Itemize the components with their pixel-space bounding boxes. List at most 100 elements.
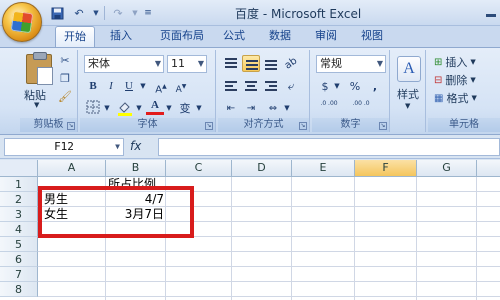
insert-label: 插入 — [445, 56, 468, 69]
clipboard-group: 粘贴 ▼ ✂ ❐ 🖌 剪贴板 ↘ — [20, 50, 78, 132]
styles-group: A 样式 ▼ — [392, 50, 426, 132]
phonetic-guide-button[interactable]: 变 — [176, 100, 194, 117]
number-format-select[interactable]: 常规 ▼ — [316, 55, 386, 73]
column-header-h[interactable] — [477, 160, 500, 177]
copy-icon[interactable]: ❐ — [58, 72, 72, 86]
font-launcher-icon[interactable]: ↘ — [205, 122, 213, 130]
column-header-g[interactable]: G — [417, 160, 477, 177]
styles-button-label[interactable]: 样式 — [397, 86, 419, 102]
decrease-indent-icon[interactable]: ⇤ — [222, 100, 240, 117]
redo-icon[interactable]: ↷ — [109, 5, 127, 21]
number-launcher-icon[interactable]: ↘ — [379, 122, 387, 130]
formula-input[interactable] — [158, 138, 500, 156]
wrap-text-icon[interactable]: ⤶ — [282, 78, 300, 95]
increase-indent-icon[interactable]: ⇥ — [242, 100, 260, 117]
borders-icon[interactable] — [84, 100, 102, 117]
fill-color-dropdown-icon[interactable]: ▼ — [134, 100, 144, 117]
row-header-8[interactable]: 8 — [0, 282, 38, 297]
row-header-7[interactable]: 7 — [0, 267, 38, 282]
grid-line — [38, 296, 500, 297]
tab-insert[interactable]: 插入 — [103, 26, 139, 47]
format-painter-icon[interactable]: 🖌 — [58, 90, 72, 104]
customize-toolbar-icon[interactable]: ≡ — [143, 5, 153, 21]
cells-group-label: 单元格 — [428, 118, 500, 132]
styles-dropdown-icon[interactable]: ▼ — [405, 102, 410, 110]
font-color-button[interactable]: A — [146, 98, 164, 115]
align-middle-icon[interactable] — [242, 55, 260, 72]
row-header-1[interactable]: 1 — [0, 177, 38, 192]
row-header-3[interactable]: 3 — [0, 207, 38, 222]
row-header-6[interactable]: 6 — [0, 252, 38, 267]
increase-decimal-button[interactable]: .0 .00 — [316, 100, 342, 117]
name-box[interactable]: F12 ▼ — [4, 138, 124, 156]
orientation-icon[interactable]: ab — [279, 51, 303, 75]
undo-dropdown-icon[interactable]: ▼ — [92, 5, 100, 21]
row-header-5[interactable]: 5 — [0, 237, 38, 252]
clipboard-launcher-icon[interactable]: ↘ — [67, 122, 75, 130]
bold-button[interactable]: B — [84, 78, 102, 95]
office-button[interactable] — [2, 2, 42, 42]
underline-dropdown-icon[interactable]: ▼ — [138, 78, 148, 95]
shrink-font-icon[interactable]: A▼ — [172, 78, 190, 95]
alignment-launcher-icon[interactable]: ↘ — [299, 122, 307, 130]
spreadsheet-grid[interactable]: A B C D E F G 1 2 3 4 5 6 7 8 所占比例 男生 4/… — [0, 160, 500, 300]
tab-review[interactable]: 审阅 — [308, 26, 344, 47]
font-group: 宋体 ▼ 11 ▼ B I U ▼ A▲ A▼ ▼ ▼ A ▼ 变 ▼ 字体 ↘ — [80, 50, 216, 132]
column-header-f[interactable]: F — [355, 160, 417, 177]
font-size-value: 11 — [171, 57, 185, 70]
chevron-down-icon: ▼ — [376, 59, 383, 68]
underline-button[interactable]: U — [120, 78, 138, 95]
paste-dropdown-icon[interactable]: ▼ — [34, 101, 39, 109]
column-header-c[interactable]: C — [166, 160, 232, 177]
font-size-select[interactable]: 11 ▼ — [167, 55, 207, 73]
row-header-2[interactable]: 2 — [0, 192, 38, 207]
align-right-icon[interactable] — [262, 78, 280, 95]
format-icon: ▦ — [434, 92, 444, 104]
font-color-dropdown-icon[interactable]: ▼ — [164, 100, 174, 117]
italic-button[interactable]: I — [102, 78, 120, 95]
column-header-a[interactable]: A — [38, 160, 106, 177]
align-top-icon[interactable] — [222, 55, 240, 72]
paste-icon[interactable] — [26, 52, 53, 85]
tab-home[interactable]: 开始 — [55, 26, 95, 47]
align-bottom-icon[interactable] — [262, 55, 280, 72]
comma-button[interactable]: , — [366, 78, 384, 95]
column-header-e[interactable]: E — [292, 160, 355, 177]
delete-icon: ⊟ — [434, 74, 443, 86]
styles-icon[interactable]: A — [397, 56, 421, 82]
tab-data[interactable]: 数据 — [262, 26, 298, 47]
delete-label: 删除 — [445, 74, 468, 87]
column-header-d[interactable]: D — [232, 160, 292, 177]
borders-dropdown-icon[interactable]: ▼ — [102, 100, 112, 117]
font-name-select[interactable]: 宋体 ▼ — [84, 55, 164, 73]
phonetic-dropdown-icon[interactable]: ▼ — [194, 100, 204, 117]
align-left-icon[interactable] — [222, 78, 240, 95]
currency-dropdown-icon[interactable]: ▼ — [332, 78, 342, 95]
format-cells-button[interactable]: ▦ 格式 ▼ — [434, 90, 477, 106]
save-icon[interactable] — [48, 5, 66, 21]
delete-cells-button[interactable]: ⊟ 删除 ▼ — [434, 72, 476, 88]
redo-dropdown-icon[interactable]: ▼ — [131, 5, 139, 21]
tab-page-layout[interactable]: 页面布局 — [151, 26, 213, 47]
undo-icon[interactable]: ↶ — [70, 5, 88, 21]
merge-center-icon[interactable]: ⇔ — [264, 100, 282, 117]
office-logo-icon — [10, 10, 34, 34]
column-header-b[interactable]: B — [106, 160, 166, 177]
decrease-decimal-button[interactable]: .00 .0 — [348, 100, 374, 117]
chevron-down-icon: ▼ — [115, 142, 120, 151]
row-header-4[interactable]: 4 — [0, 222, 38, 237]
tab-formulas[interactable]: 公式 — [216, 26, 252, 47]
tab-view[interactable]: 视图 — [354, 26, 390, 47]
align-center-icon[interactable] — [242, 78, 260, 95]
merge-dropdown-icon[interactable]: ▼ — [282, 100, 292, 117]
insert-cells-button[interactable]: ⊞ 插入 ▼ — [434, 54, 476, 70]
ribbon-tabs: 开始 插入 页面布局 公式 数据 审阅 视图 — [0, 26, 500, 47]
chevron-down-icon: ▼ — [471, 94, 477, 102]
select-all-corner[interactable] — [0, 160, 38, 177]
percent-button[interactable]: % — [346, 78, 364, 95]
cut-icon[interactable]: ✂ — [58, 54, 72, 68]
minimize-button[interactable] — [480, 2, 500, 22]
grow-font-icon[interactable]: A▲ — [152, 78, 170, 95]
insert-function-button[interactable]: fx — [130, 139, 141, 153]
fill-color-icon[interactable] — [116, 100, 134, 117]
